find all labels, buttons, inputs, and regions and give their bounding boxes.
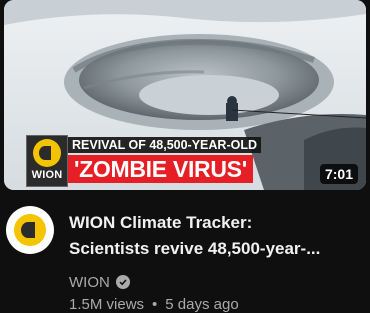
title-line-1: WION Climate Tracker: (69, 213, 253, 232)
video-title[interactable]: WION Climate Tracker: Scientists revive … (69, 210, 365, 262)
overlay-line-1: REVIVAL OF 48,500-YEAR-OLD (68, 137, 261, 153)
channel-avatar[interactable] (6, 206, 54, 254)
verified-badge-icon (115, 275, 130, 289)
headline-overlay: WION REVIVAL OF 48,500-YEAR-OLD 'ZOMBIE … (26, 135, 282, 187)
overlay-line-2: 'ZOMBIE VIRUS' (68, 155, 253, 183)
duration-badge: 7:01 (319, 164, 358, 184)
video-thumbnail[interactable]: WION REVIVAL OF 48,500-YEAR-OLD 'ZOMBIE … (4, 0, 366, 190)
wion-logo-icon: WION (26, 135, 68, 187)
wion-avatar-icon (14, 214, 46, 246)
logo-text: WION (31, 169, 63, 181)
title-line-2: Scientists revive 48,500-year-... (69, 239, 321, 258)
channel-name: WION (69, 273, 110, 291)
channel-link[interactable]: WION (69, 272, 130, 292)
video-card[interactable]: WION REVIVAL OF 48,500-YEAR-OLD 'ZOMBIE … (0, 0, 370, 313)
